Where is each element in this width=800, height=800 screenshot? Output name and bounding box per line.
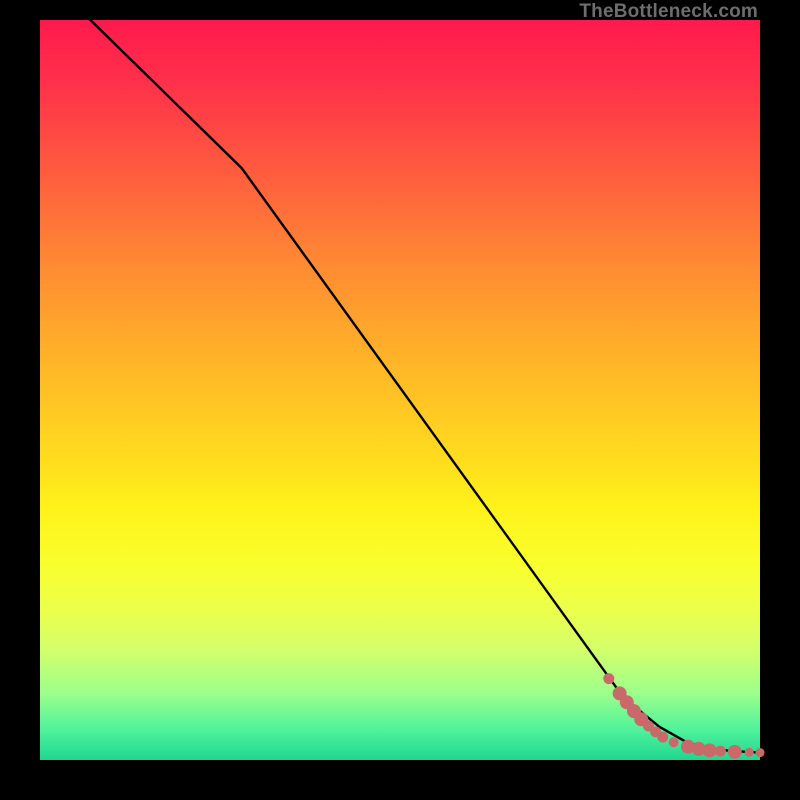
data-point — [603, 673, 614, 684]
data-point — [703, 743, 717, 757]
data-point — [756, 748, 765, 757]
data-points-group — [603, 673, 764, 759]
bottleneck-curve — [90, 20, 760, 753]
data-point — [669, 737, 679, 747]
data-point — [657, 732, 668, 743]
data-point — [745, 748, 754, 757]
chart-frame: TheBottleneck.com — [0, 0, 800, 800]
data-point — [715, 746, 726, 757]
chart-overlay — [40, 20, 760, 760]
data-point — [728, 745, 742, 759]
